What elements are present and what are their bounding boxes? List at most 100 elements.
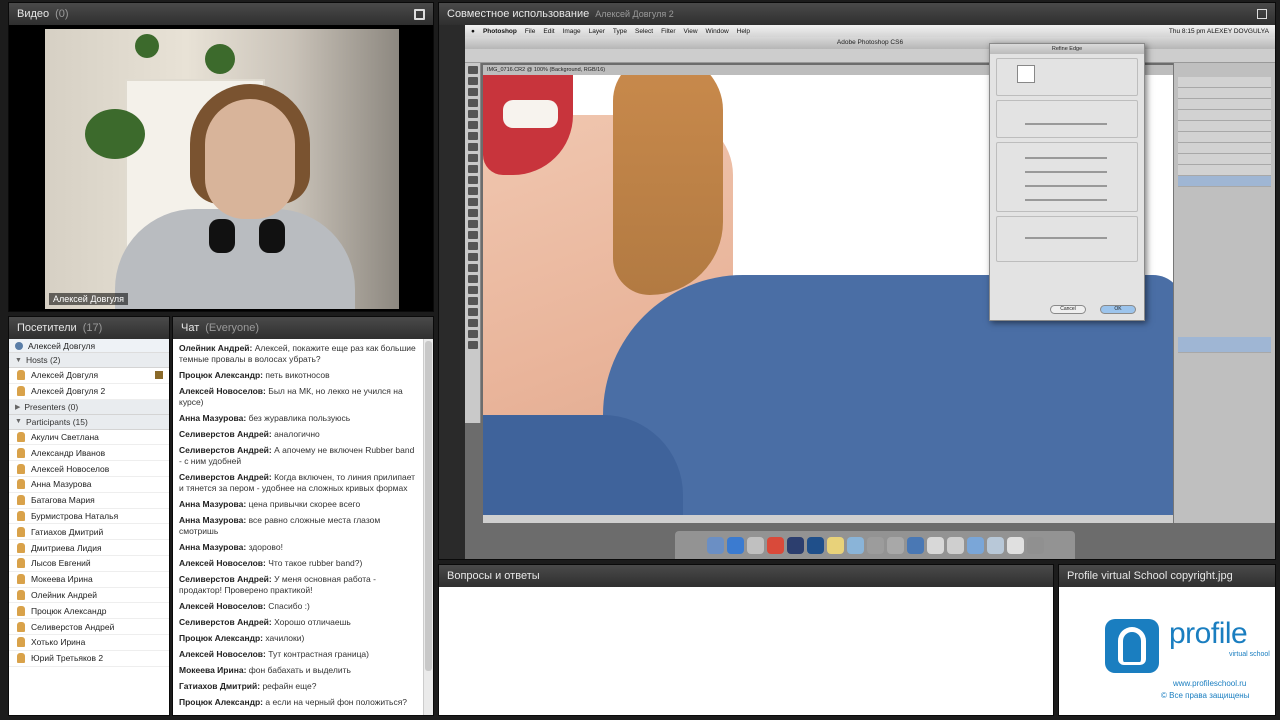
- dock-app-icon[interactable]: [986, 536, 1004, 554]
- list-item[interactable]: Алексей Новоселов: [9, 461, 169, 477]
- dock-app-icon[interactable]: [826, 536, 844, 554]
- mac-menu-item[interactable]: Edit: [543, 28, 554, 35]
- view-thumbnail[interactable]: [1017, 65, 1035, 83]
- dock-app-icon[interactable]: [706, 536, 724, 554]
- ps-tool-icon[interactable]: [467, 330, 478, 338]
- dock-app-icon[interactable]: [906, 536, 924, 554]
- dock-app-icon[interactable]: [1006, 536, 1024, 554]
- list-item[interactable]: Юрий Третьяков 2: [9, 651, 169, 667]
- ps-tool-icon[interactable]: [467, 319, 478, 327]
- list-item[interactable]: Олейник Андрей: [9, 588, 169, 604]
- cancel-button[interactable]: Cancel: [1050, 305, 1086, 314]
- list-item[interactable]: Селиверстов Андрей: [9, 619, 169, 635]
- list-item[interactable]: Алексей Довгуля: [9, 368, 169, 384]
- mac-menu-item[interactable]: Image: [563, 28, 581, 35]
- feather-slider[interactable]: [1025, 171, 1107, 173]
- history-row[interactable]: [1178, 99, 1271, 110]
- list-item[interactable]: Алексей Довгуля 2: [9, 384, 169, 400]
- list-item[interactable]: Акулич Светлана: [9, 430, 169, 446]
- radius-slider[interactable]: [1025, 123, 1107, 125]
- dock-app-icon[interactable]: [746, 536, 764, 554]
- list-item[interactable]: Александр Иванов: [9, 445, 169, 462]
- dock-app-icon[interactable]: [846, 536, 864, 554]
- history-row[interactable]: [1178, 121, 1271, 132]
- contrast-slider[interactable]: [1025, 185, 1107, 187]
- list-item[interactable]: Анна Мазурова: [9, 477, 169, 493]
- ps-tool-icon[interactable]: [467, 66, 478, 74]
- collapse-icon[interactable]: ▼: [15, 357, 22, 364]
- amount-slider[interactable]: [1025, 237, 1107, 239]
- fullscreen-icon[interactable]: [414, 8, 425, 20]
- ps-tool-icon[interactable]: [467, 297, 478, 305]
- shift-edge-slider[interactable]: [1025, 199, 1107, 201]
- dock-app-icon[interactable]: [806, 536, 824, 554]
- history-row[interactable]: [1178, 132, 1271, 143]
- list-item[interactable]: Лысов Евгений: [9, 556, 169, 572]
- ps-tool-icon[interactable]: [467, 275, 478, 283]
- ps-tool-icon[interactable]: [467, 242, 478, 250]
- list-item[interactable]: Бурмистрова Наталья: [9, 509, 169, 525]
- dock-app-icon[interactable]: [966, 536, 984, 554]
- history-row[interactable]: [1178, 88, 1271, 99]
- ok-button[interactable]: OK: [1100, 305, 1136, 314]
- ps-tool-icon[interactable]: [467, 231, 478, 239]
- self-row[interactable]: Алексей Довгуля: [9, 339, 169, 353]
- ps-tool-icon[interactable]: [467, 187, 478, 195]
- ps-tool-icon[interactable]: [467, 209, 478, 217]
- mac-menu-item[interactable]: Select: [635, 28, 653, 35]
- mac-menu-item[interactable]: Type: [613, 28, 627, 35]
- mac-menu-item[interactable]: View: [684, 28, 698, 35]
- history-row[interactable]: [1178, 176, 1271, 187]
- list-item[interactable]: Процюк Александр: [9, 603, 169, 620]
- ps-tool-icon[interactable]: [467, 154, 478, 162]
- list-item[interactable]: Батагова Мария: [9, 493, 169, 509]
- ps-tool-icon[interactable]: [467, 198, 478, 206]
- ps-tool-icon[interactable]: [467, 286, 478, 294]
- mac-menu-item[interactable]: Photoshop: [483, 28, 517, 35]
- group-presenters[interactable]: ▶ Presenters (0): [9, 399, 169, 415]
- list-item[interactable]: Дмитриева Лидия: [9, 540, 169, 556]
- mac-menu-item[interactable]: File: [525, 28, 535, 35]
- group-hosts[interactable]: ▼ Hosts (2): [9, 353, 169, 368]
- mac-menu-item[interactable]: Layer: [589, 28, 605, 35]
- ps-tool-icon[interactable]: [467, 132, 478, 140]
- mac-menu-item[interactable]: Window: [706, 28, 729, 35]
- ps-tool-icon[interactable]: [467, 77, 478, 85]
- dock-app-icon[interactable]: [726, 536, 744, 554]
- ps-tool-icon[interactable]: [467, 143, 478, 151]
- ps-tool-icon[interactable]: [467, 99, 478, 107]
- ps-tool-icon[interactable]: [467, 121, 478, 129]
- dock-app-icon[interactable]: [946, 536, 964, 554]
- dock-app-icon[interactable]: [866, 536, 884, 554]
- collapse-icon[interactable]: ▼: [15, 418, 22, 425]
- ps-tool-icon[interactable]: [467, 176, 478, 184]
- expand-icon[interactable]: ▶: [15, 403, 20, 411]
- dock-app-icon[interactable]: [1026, 536, 1044, 554]
- ps-tool-icon[interactable]: [467, 88, 478, 96]
- history-row[interactable]: [1178, 143, 1271, 154]
- ps-tool-icon[interactable]: [467, 264, 478, 272]
- ps-tool-icon[interactable]: [467, 253, 478, 261]
- chat-scrollbar[interactable]: [423, 339, 433, 715]
- dock-app-icon[interactable]: [766, 536, 784, 554]
- history-row[interactable]: [1178, 110, 1271, 121]
- smooth-slider[interactable]: [1025, 157, 1107, 159]
- mac-menu-item[interactable]: Filter: [661, 28, 675, 35]
- list-item[interactable]: Гатиахов Дмитрий: [9, 524, 169, 541]
- apple-menu-icon[interactable]: ●: [471, 28, 475, 35]
- history-row[interactable]: [1178, 154, 1271, 165]
- history-row[interactable]: [1178, 165, 1271, 176]
- list-item[interactable]: Хотько Ирина: [9, 635, 169, 651]
- scrollbar-thumb[interactable]: [425, 341, 432, 671]
- dock-app-icon[interactable]: [926, 536, 944, 554]
- pod-menu-icon[interactable]: [1257, 9, 1267, 19]
- ps-tool-icon[interactable]: [467, 110, 478, 118]
- ps-tool-icon[interactable]: [467, 165, 478, 173]
- dock-app-icon[interactable]: [886, 536, 904, 554]
- ps-tool-icon[interactable]: [467, 220, 478, 228]
- ps-tool-icon[interactable]: [467, 341, 478, 349]
- history-row[interactable]: [1178, 77, 1271, 88]
- group-participants[interactable]: ▼ Participants (15): [9, 414, 169, 430]
- list-item[interactable]: Мокеева Ирина: [9, 572, 169, 588]
- dock-app-icon[interactable]: [786, 536, 804, 554]
